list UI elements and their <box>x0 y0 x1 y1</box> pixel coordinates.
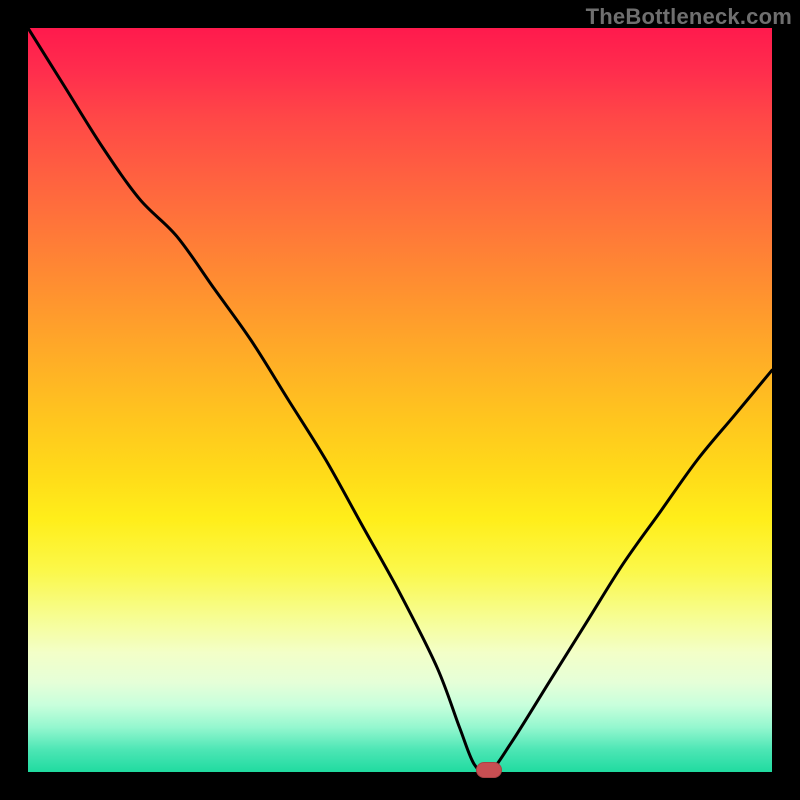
bottleneck-curve <box>28 28 772 772</box>
optimal-marker <box>476 762 502 778</box>
watermark-text: TheBottleneck.com <box>586 4 792 30</box>
plot-area <box>28 28 772 772</box>
chart-frame: TheBottleneck.com <box>0 0 800 800</box>
